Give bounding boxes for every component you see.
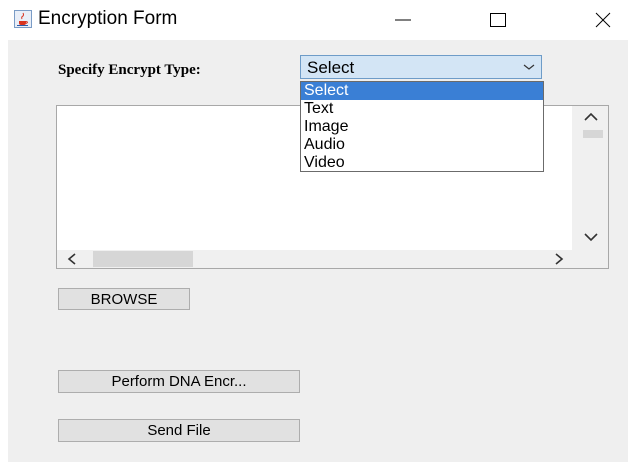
maximize-icon bbox=[490, 13, 506, 27]
close-icon bbox=[595, 12, 611, 28]
horizontal-scrollbar[interactable] bbox=[57, 250, 572, 268]
vertical-scrollbar[interactable] bbox=[572, 106, 608, 250]
maximize-button[interactable] bbox=[475, 0, 521, 40]
perform-dna-encryption-button[interactable]: Perform DNA Encr... bbox=[58, 370, 300, 393]
combo-selected-value: Select bbox=[307, 58, 355, 77]
minimize-icon bbox=[395, 19, 411, 21]
dropdown-option-video[interactable]: Video bbox=[301, 154, 543, 172]
dropdown-option-image[interactable]: Image bbox=[301, 118, 543, 136]
scroll-left-icon[interactable] bbox=[67, 253, 77, 265]
scroll-down-icon[interactable] bbox=[584, 232, 598, 242]
scroll-right-icon[interactable] bbox=[554, 253, 564, 265]
scroll-corner bbox=[572, 250, 608, 268]
horizontal-scroll-thumb[interactable] bbox=[93, 251, 193, 267]
encrypt-type-dropdown-list: Select Text Image Audio Video bbox=[300, 81, 544, 172]
chevron-down-icon bbox=[523, 64, 535, 70]
scroll-up-icon[interactable] bbox=[584, 112, 598, 122]
vertical-scroll-thumb[interactable] bbox=[583, 130, 603, 138]
dropdown-option-text[interactable]: Text bbox=[301, 100, 543, 118]
dropdown-option-audio[interactable]: Audio bbox=[301, 136, 543, 154]
send-file-button[interactable]: Send File bbox=[58, 419, 300, 442]
minimize-button[interactable] bbox=[380, 0, 426, 40]
encrypt-type-label: Specify Encrypt Type: bbox=[58, 62, 201, 78]
window-title: Encryption Form bbox=[38, 8, 178, 29]
encrypt-type-combo[interactable]: Select bbox=[300, 55, 542, 79]
dropdown-option-select[interactable]: Select bbox=[301, 82, 543, 100]
java-cup-icon bbox=[14, 10, 32, 28]
close-button[interactable] bbox=[580, 0, 626, 40]
title-bar: Encryption Form bbox=[0, 0, 635, 40]
browse-button[interactable]: BROWSE bbox=[58, 288, 190, 310]
